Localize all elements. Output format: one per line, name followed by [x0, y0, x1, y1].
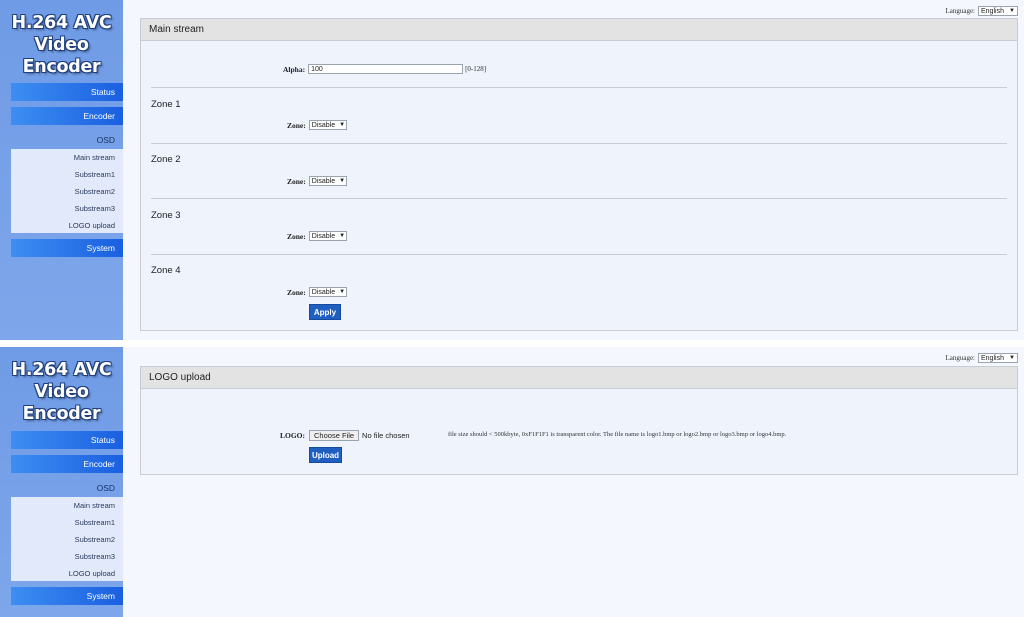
divider — [151, 143, 1007, 144]
submenu-item-substream3[interactable]: Substream3 — [11, 548, 123, 565]
divider — [151, 198, 1007, 199]
app-logo: H.264 AVC Video Encoder — [0, 359, 123, 425]
zone-3-label: Zone: — [287, 231, 306, 241]
nav-status-button[interactable]: Status — [11, 83, 123, 101]
submenu-item-substream2[interactable]: Substream2 — [11, 531, 123, 548]
submenu-item-substream1[interactable]: Substream1 — [11, 166, 123, 183]
nav-status-button[interactable]: Status — [11, 431, 123, 449]
zone-1-title: Zone 1 — [151, 99, 181, 110]
caret-down-icon: ▼ — [339, 122, 346, 128]
logo-line-1: H.264 AVC — [11, 360, 112, 380]
zone-4-title: Zone 4 — [151, 265, 181, 276]
logo-upload-panel: LOGO upload LOGO: Choose File No file ch… — [140, 366, 1018, 475]
nav-osd-label: OSD — [96, 135, 115, 145]
sidebar: H.264 AVC Video Encoder Status Encoder O… — [0, 0, 123, 340]
language-label: Language: — [945, 7, 975, 15]
zone-3-row: Zone: Disable ▼ — [287, 231, 347, 241]
language-selector: Language: English ▼ — [945, 353, 1018, 363]
nav-osd-label: OSD — [96, 483, 115, 493]
zone-2-select[interactable]: Disable ▼ — [308, 176, 347, 186]
zone-1-row: Zone: Disable ▼ — [287, 120, 347, 130]
osd-submenu: Main stream Substream1 Substream2 Substr… — [11, 497, 123, 581]
main-stream-panel: Main stream Alpha: [0-128] Zone 1 Zone: … — [140, 18, 1018, 331]
divider — [151, 87, 1007, 88]
zone-2-value: Disable — [311, 177, 336, 185]
logo-line-2: Video Encoder — [22, 35, 101, 77]
language-label: Language: — [945, 354, 975, 362]
alpha-input[interactable] — [308, 64, 464, 74]
upload-button[interactable]: Upload — [309, 447, 342, 463]
submenu-item-logo-upload[interactable]: LOGO upload — [11, 217, 123, 234]
submenu-item-substream3[interactable]: Substream3 — [11, 200, 123, 217]
nav-encoder-button[interactable]: Encoder — [11, 455, 123, 473]
logo-upload-screen: H.264 AVC Video Encoder Status Encoder O… — [0, 347, 1024, 617]
file-size-note: file size should < 500kbyte, 0xF1F1F1 is… — [448, 431, 787, 438]
main-content: Language: English ▼ LOGO upload LOGO: Ch… — [123, 347, 1024, 617]
nav-system-button[interactable]: System — [11, 239, 123, 257]
caret-down-icon: ▼ — [1009, 355, 1015, 361]
alpha-label: Alpha: — [283, 64, 306, 74]
caret-down-icon: ▼ — [339, 233, 346, 239]
apply-button[interactable]: Apply — [309, 304, 341, 320]
logo-line-1: H.264 AVC — [11, 13, 112, 33]
alpha-hint: [0-128] — [465, 65, 487, 73]
submenu-item-main-stream[interactable]: Main stream — [11, 497, 123, 514]
nav-encoder-button[interactable]: Encoder — [11, 107, 123, 125]
logo-note-row: file size should < 500kbyte, 0xF1F1F1 is… — [448, 431, 786, 438]
zone-4-label: Zone: — [287, 287, 306, 297]
zone-3-select[interactable]: Disable ▼ — [308, 231, 347, 241]
language-select[interactable]: English ▼ — [978, 353, 1018, 363]
language-select[interactable]: English ▼ — [978, 6, 1018, 16]
submenu-item-logo-upload[interactable]: LOGO upload — [11, 565, 123, 582]
zone-3-value: Disable — [311, 232, 336, 240]
app-logo: H.264 AVC Video Encoder — [0, 12, 123, 78]
logo-label: LOGO: — [280, 431, 306, 440]
zone-4-select[interactable]: Disable ▼ — [308, 287, 347, 297]
logo-file-row: LOGO: Choose File No file chosen — [280, 430, 410, 441]
panel-title: Main stream — [141, 19, 1017, 41]
panel-title: LOGO upload — [141, 367, 1017, 389]
submenu-item-main-stream[interactable]: Main stream — [11, 149, 123, 166]
caret-down-icon: ▼ — [339, 178, 346, 184]
zone-1-select[interactable]: Disable ▼ — [308, 120, 347, 130]
zone-4-row: Zone: Disable ▼ — [287, 287, 347, 297]
nav-system-button[interactable]: System — [11, 587, 123, 605]
caret-down-icon: ▼ — [339, 289, 346, 295]
zone-1-value: Disable — [311, 121, 336, 129]
submenu-item-substream2[interactable]: Substream2 — [11, 183, 123, 200]
zone-4-value: Disable — [311, 288, 336, 296]
language-selector: Language: English ▼ — [945, 6, 1018, 16]
osd-submenu: Main stream Substream1 Substream2 Substr… — [11, 149, 123, 233]
zone-2-label: Zone: — [287, 176, 306, 186]
language-value: English — [981, 7, 1004, 15]
language-value: English — [981, 354, 1004, 362]
logo-line-2: Video Encoder — [22, 382, 101, 424]
submenu-item-substream1[interactable]: Substream1 — [11, 514, 123, 531]
main-stream-screen: H.264 AVC Video Encoder Status Encoder O… — [0, 0, 1024, 340]
zone-3-title: Zone 3 — [151, 210, 181, 221]
divider — [151, 254, 1007, 255]
zone-1-label: Zone: — [287, 120, 306, 130]
zone-2-title: Zone 2 — [151, 154, 181, 165]
caret-down-icon: ▼ — [1009, 8, 1015, 14]
zone-2-row: Zone: Disable ▼ — [287, 176, 347, 186]
alpha-row: Alpha: [0-128] — [283, 64, 486, 74]
main-content: Language: English ▼ Main stream Alpha: [… — [123, 0, 1024, 340]
sidebar: H.264 AVC Video Encoder Status Encoder O… — [0, 347, 123, 617]
file-status: No file chosen — [362, 431, 410, 440]
choose-file-button[interactable]: Choose File — [309, 430, 360, 441]
